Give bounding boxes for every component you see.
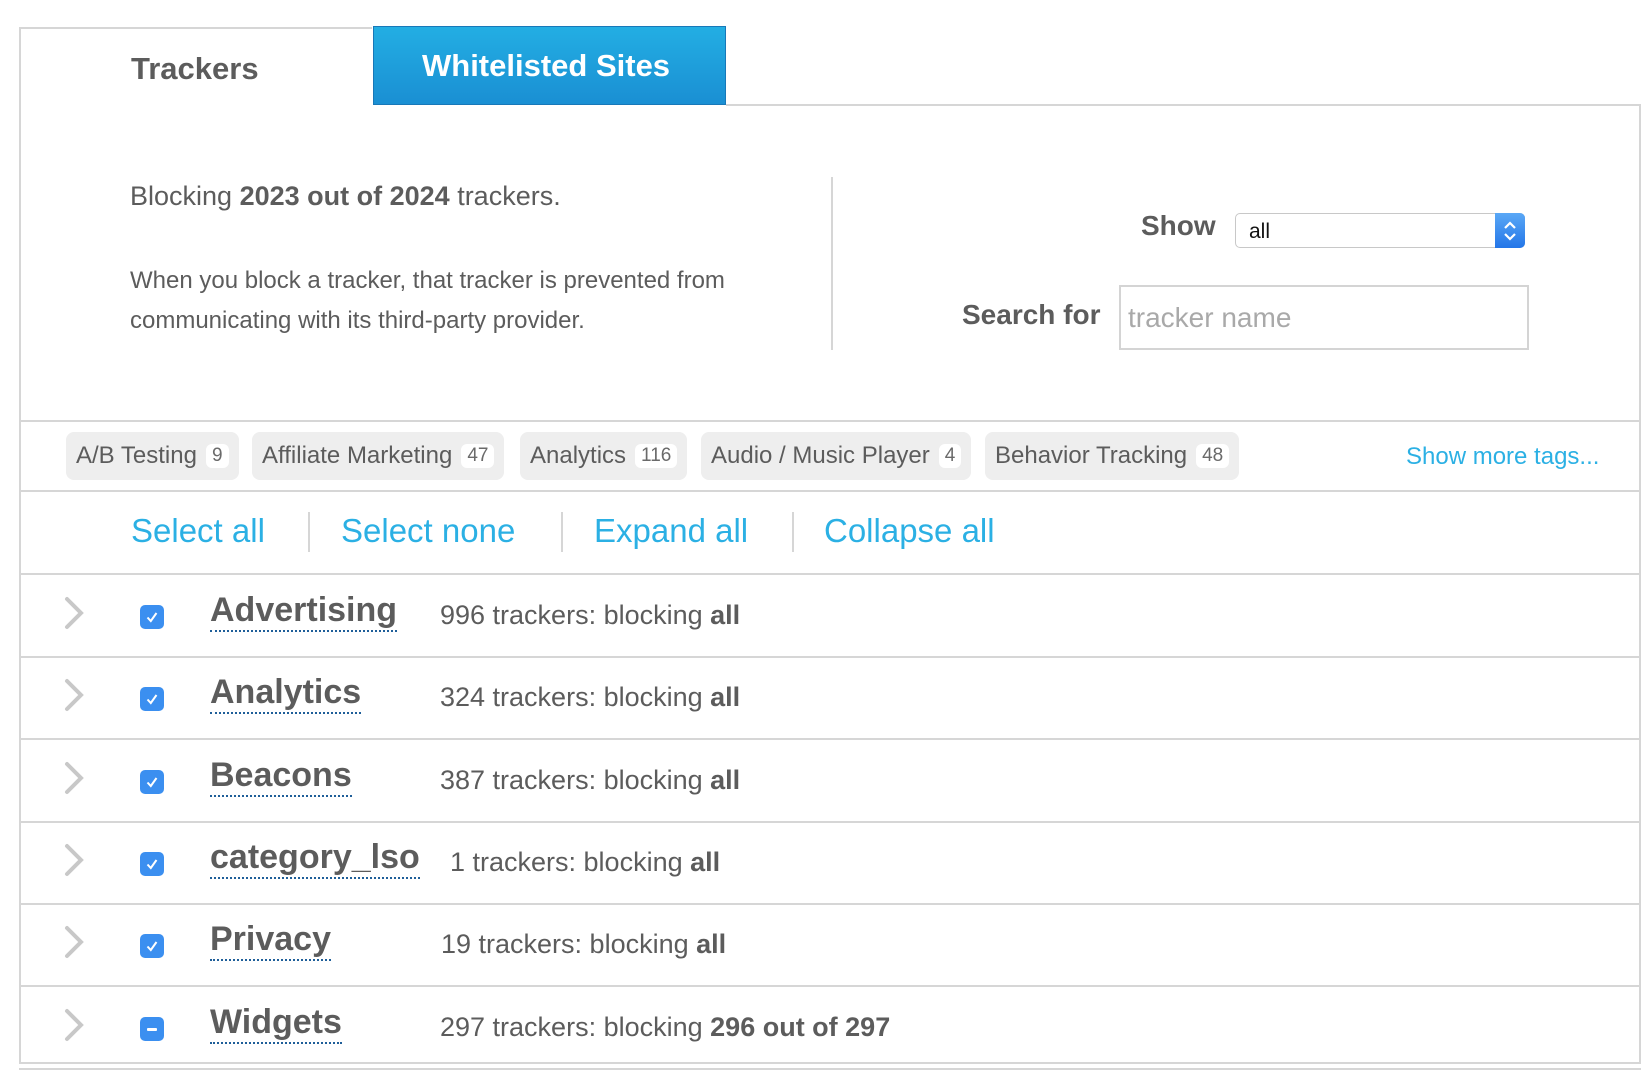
- tag-count: 9: [205, 444, 229, 468]
- category-checkbox[interactable]: [140, 1016, 164, 1041]
- row-divider: [19, 902, 1641, 905]
- divider: [19, 573, 1641, 575]
- category-name[interactable]: Analytics: [210, 674, 362, 715]
- tag-count: 47: [461, 444, 495, 468]
- tag-audio-music-player[interactable]: Audio / Music Player 4: [701, 432, 972, 480]
- search-label: Search for: [962, 299, 1101, 330]
- stat-blocked: all: [710, 682, 741, 713]
- tag-label: A/B Testing: [76, 442, 197, 469]
- tab-trackers[interactable]: Trackers: [19, 27, 372, 105]
- category-name[interactable]: category_lso: [210, 839, 420, 879]
- tab-divider: [726, 104, 1641, 106]
- stat-prefix: 324 trackers: blocking: [440, 682, 703, 713]
- summary-suffix: trackers.: [457, 181, 561, 211]
- summary-prefix: Blocking: [130, 181, 233, 211]
- tab-whitelisted-sites-label: Whitelisted Sites: [422, 48, 671, 83]
- tag-affiliate-marketing[interactable]: Affiliate Marketing 47: [252, 432, 505, 480]
- stat-blocked: all: [710, 764, 741, 795]
- tag-ab-testing[interactable]: A/B Testing 9: [66, 432, 239, 480]
- tag-label: Behavior Tracking: [995, 442, 1188, 469]
- summary-count: 2023 out of 2024: [239, 181, 450, 211]
- category-stat: 19 trackers: blocking all: [441, 929, 726, 960]
- category-checkbox[interactable]: [140, 769, 164, 794]
- category-stat: 387 trackers: blocking all: [440, 765, 740, 796]
- tracker-search-input[interactable]: [1119, 285, 1529, 350]
- row-divider: [19, 738, 1641, 741]
- select-all-link[interactable]: Select all: [131, 512, 265, 550]
- select-stepper-icon: [1495, 213, 1525, 248]
- chevron-right-icon[interactable]: [62, 677, 86, 718]
- chevron-right-icon[interactable]: [62, 842, 86, 883]
- stat-prefix: 297 trackers: blocking: [440, 1011, 703, 1042]
- show-select[interactable]: all: [1235, 213, 1525, 248]
- tag-label: Audio / Music Player: [711, 442, 930, 469]
- show-more-tags-link[interactable]: Show more tags...: [1406, 443, 1599, 471]
- stat-blocked: all: [690, 846, 721, 877]
- divider: [19, 490, 1641, 492]
- row-divider: [19, 656, 1641, 658]
- category-name[interactable]: Privacy: [210, 921, 331, 962]
- category-stat: 324 trackers: blocking all: [440, 682, 740, 713]
- chevron-right-icon[interactable]: [62, 760, 86, 801]
- info-divider: [831, 177, 833, 350]
- chevron-right-icon[interactable]: [62, 924, 86, 965]
- tag-behavior-tracking[interactable]: Behavior Tracking 48: [985, 432, 1240, 480]
- action-divider: [792, 512, 794, 552]
- expand-all-link[interactable]: Expand all: [594, 512, 748, 550]
- action-divider: [561, 512, 563, 552]
- show-select-value: all: [1249, 220, 1271, 243]
- divider: [19, 420, 1641, 422]
- blocking-summary: Blocking 2023 out of 2024 trackers.: [130, 181, 561, 212]
- row-divider: [19, 820, 1641, 823]
- category-stat: 1 trackers: blocking all: [450, 847, 720, 878]
- tag-count: 116: [635, 444, 678, 468]
- stat-blocked: 296 out of 297: [710, 1011, 891, 1042]
- category-name[interactable]: Widgets: [210, 1004, 342, 1044]
- collapse-all-link[interactable]: Collapse all: [824, 512, 995, 550]
- chevron-right-icon[interactable]: [62, 1007, 86, 1048]
- stat-prefix: 996 trackers: blocking: [440, 600, 703, 630]
- category-checkbox[interactable]: [140, 934, 164, 959]
- stat-blocked: all: [696, 929, 727, 960]
- category-stat: 297 trackers: blocking 296 out of 297: [440, 1012, 890, 1043]
- stat-blocked: all: [710, 600, 741, 630]
- row-divider: [19, 985, 1641, 988]
- category-checkbox[interactable]: [140, 851, 164, 876]
- action-divider: [308, 512, 310, 552]
- stat-prefix: 387 trackers: blocking: [440, 764, 703, 795]
- category-stat: 996 trackers: blocking all: [440, 600, 740, 631]
- tab-trackers-label: Trackers: [131, 51, 259, 86]
- category-name[interactable]: Beacons: [210, 757, 352, 797]
- category-name[interactable]: Advertising: [210, 592, 398, 632]
- category-checkbox[interactable]: [140, 687, 164, 712]
- row-divider: [19, 1067, 1641, 1070]
- category-checkbox[interactable]: [140, 605, 164, 629]
- tag-label: Analytics: [530, 442, 627, 469]
- tag-label: Affiliate Marketing: [262, 442, 453, 469]
- tag-count: 48: [1196, 444, 1230, 468]
- blocking-description: When you block a tracker, that tracker i…: [130, 267, 725, 334]
- show-label: Show: [1141, 210, 1216, 241]
- stat-prefix: 1 trackers: blocking: [450, 846, 683, 877]
- select-none-link[interactable]: Select none: [341, 512, 515, 550]
- tag-analytics[interactable]: Analytics 116: [520, 432, 688, 480]
- tab-whitelisted-sites[interactable]: Whitelisted Sites: [373, 26, 726, 105]
- tag-count: 4: [938, 444, 962, 468]
- stat-prefix: 19 trackers: blocking: [441, 929, 689, 960]
- chevron-right-icon[interactable]: [62, 595, 86, 636]
